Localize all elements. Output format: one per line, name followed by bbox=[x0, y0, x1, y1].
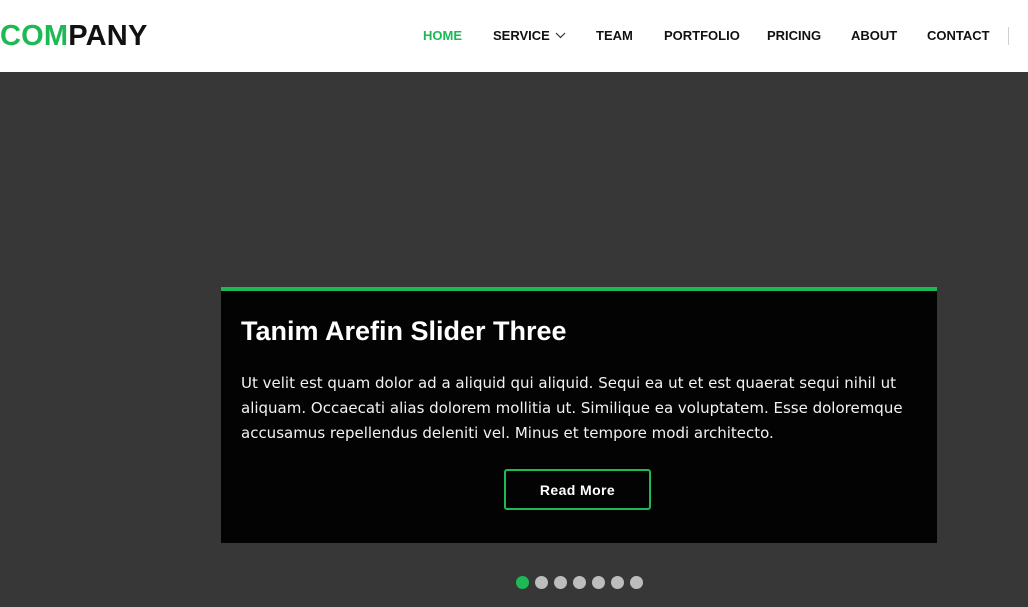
read-more-button[interactable]: Read More bbox=[504, 469, 651, 510]
nav-service[interactable]: SERVICE bbox=[493, 27, 566, 45]
nav-about[interactable]: ABOUT bbox=[851, 27, 897, 45]
brand-logo[interactable]: COMPANY bbox=[0, 20, 148, 52]
brand-logo-rest: PANY bbox=[68, 20, 148, 52]
site-header: COMPANY HOME SERVICE TEAM PORTFOLIO PRIC… bbox=[0, 0, 1028, 72]
nav-divider bbox=[1008, 27, 1009, 45]
slide-title: Tanim Arefin Slider Three bbox=[241, 316, 567, 346]
slide-caption-box: Tanim Arefin Slider Three Ut velit est q… bbox=[221, 287, 937, 543]
slider-dot-3[interactable] bbox=[554, 576, 567, 589]
nav-contact[interactable]: CONTACT bbox=[927, 27, 990, 45]
nav-service-label: SERVICE bbox=[493, 28, 550, 43]
nav-pricing[interactable]: PRICING bbox=[767, 27, 821, 45]
slider-dot-2[interactable] bbox=[535, 576, 548, 589]
brand-logo-accent: COM bbox=[0, 20, 69, 52]
slider-dot-6[interactable] bbox=[611, 576, 624, 589]
nav-team[interactable]: TEAM bbox=[596, 27, 633, 45]
slider-dot-1[interactable] bbox=[516, 576, 529, 589]
slider-dot-5[interactable] bbox=[592, 576, 605, 589]
nav-portfolio[interactable]: PORTFOLIO bbox=[664, 27, 740, 45]
slider-dot-4[interactable] bbox=[573, 576, 586, 589]
chevron-down-icon bbox=[555, 32, 566, 38]
slide-text: Ut velit est quam dolor ad a aliquid qui… bbox=[241, 374, 903, 442]
slider-dot-7[interactable] bbox=[630, 576, 643, 589]
nav-home[interactable]: HOME bbox=[423, 27, 462, 45]
